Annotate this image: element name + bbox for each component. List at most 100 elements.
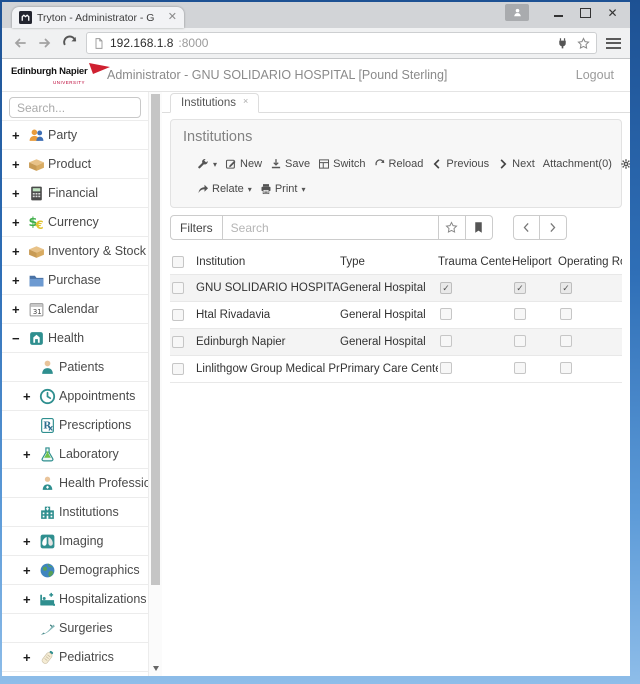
- plugin-icon[interactable]: [556, 37, 569, 50]
- expander-icon[interactable]: +: [23, 563, 39, 578]
- expander-icon[interactable]: +: [12, 244, 28, 259]
- sidebar-item-calendar[interactable]: + 31 Calendar: [2, 295, 148, 324]
- expander-icon[interactable]: −: [12, 331, 28, 346]
- table-row[interactable]: GNU SOLIDARIO HOSPITAL General Hospital …: [170, 274, 622, 301]
- col-institution[interactable]: Institution: [196, 256, 340, 268]
- sidebar-item-purchase[interactable]: + Purchase: [2, 266, 148, 295]
- action-button[interactable]: Action▾: [620, 158, 630, 170]
- tab-institutions[interactable]: Institutions ×: [170, 93, 259, 113]
- scrollbar-down-icon[interactable]: [153, 666, 159, 671]
- expander-icon[interactable]: +: [12, 128, 28, 143]
- bookmarks-button[interactable]: [466, 215, 493, 240]
- sidebar-item-surgeries[interactable]: Surgeries: [2, 614, 148, 643]
- page-previous-button[interactable]: [513, 215, 540, 240]
- operating-room-checkbox[interactable]: [560, 308, 572, 320]
- reload-button[interactable]: Reload: [374, 158, 424, 170]
- table-row[interactable]: Edinburgh Napier General Hospital: [170, 328, 622, 355]
- heliport-checkbox[interactable]: ✓: [514, 282, 526, 294]
- relate-button[interactable]: Relate▾: [197, 183, 252, 195]
- sidebar-item-inventory-stock[interactable]: + Inventory & Stock: [2, 237, 148, 266]
- sidebar-item-demographics[interactable]: + Demographics: [2, 556, 148, 585]
- col-trauma-center[interactable]: Trauma Center: [438, 256, 512, 268]
- sidebar-item-hospitalizations[interactable]: + Hospitalizations: [2, 585, 148, 614]
- logout-link[interactable]: Logout: [576, 68, 614, 82]
- sidebar-item-laboratory[interactable]: + Laboratory: [2, 440, 148, 469]
- col-operating-room[interactable]: Operating Room: [558, 256, 622, 268]
- sidebar-item-appointments[interactable]: + Appointments: [2, 382, 148, 411]
- sidebar-item-health[interactable]: − Health: [2, 324, 148, 353]
- sidebar-item-pediatrics[interactable]: + Pediatrics: [2, 643, 148, 672]
- forward-icon[interactable]: [36, 34, 54, 52]
- sidebar-item-patients[interactable]: Patients: [2, 353, 148, 382]
- trauma-center-checkbox[interactable]: [440, 335, 452, 347]
- expander-icon[interactable]: +: [12, 273, 28, 288]
- toolbar-row-2: Relate▾ Print▾: [197, 183, 609, 195]
- expander-icon[interactable]: +: [12, 302, 28, 317]
- close-button[interactable]: ✕: [599, 2, 626, 22]
- expander-icon[interactable]: +: [23, 592, 39, 607]
- url-bar[interactable]: 192.168.1.8:8000: [86, 32, 597, 54]
- sidebar-item-financial[interactable]: + Financial: [2, 179, 148, 208]
- expander-icon[interactable]: +: [23, 534, 39, 549]
- bookmark-star-icon[interactable]: [577, 37, 590, 50]
- col-heliport[interactable]: Heliport: [512, 256, 558, 268]
- sidebar-scrollbar[interactable]: [149, 92, 162, 676]
- col-type[interactable]: Type: [340, 256, 438, 268]
- previous-button[interactable]: Previous: [431, 158, 489, 170]
- expander-icon[interactable]: +: [23, 650, 39, 665]
- sidebar-item-archives[interactable]: Archives: [2, 672, 148, 676]
- sidebar-item-currency[interactable]: + $€ Currency: [2, 208, 148, 237]
- heliport-checkbox[interactable]: [514, 308, 526, 320]
- filter-search-input[interactable]: [223, 215, 439, 240]
- minimize-button[interactable]: [545, 2, 572, 22]
- switch-button[interactable]: Switch: [318, 158, 365, 170]
- sidebar-search-input[interactable]: [9, 97, 141, 118]
- row-checkbox[interactable]: [172, 363, 184, 375]
- heliport-checkbox[interactable]: [514, 335, 526, 347]
- select-all-checkbox[interactable]: [172, 256, 184, 268]
- expander-icon[interactable]: +: [12, 215, 28, 230]
- maximize-button[interactable]: [572, 2, 599, 22]
- expander-icon[interactable]: +: [23, 389, 39, 404]
- document-icon[interactable]: [93, 37, 105, 50]
- expander-icon[interactable]: +: [12, 157, 28, 172]
- trauma-center-checkbox[interactable]: ✓: [440, 282, 452, 294]
- sidebar-item-prescriptions[interactable]: R Prescriptions: [2, 411, 148, 440]
- trauma-center-checkbox[interactable]: [440, 362, 452, 374]
- table-row[interactable]: Htal Rivadavia General Hospital: [170, 301, 622, 328]
- browser-tab[interactable]: Tryton - Administrator - G ✕: [12, 7, 184, 28]
- new-button[interactable]: New: [225, 158, 262, 170]
- profile-icon[interactable]: [505, 4, 529, 21]
- sidebar-item-product[interactable]: + Product: [2, 150, 148, 179]
- back-icon[interactable]: [11, 34, 29, 52]
- trauma-center-checkbox[interactable]: [440, 308, 452, 320]
- tools-button[interactable]: ▾: [197, 158, 217, 170]
- tab-close-icon[interactable]: ×: [243, 96, 248, 106]
- reload-icon[interactable]: [61, 34, 79, 52]
- next-button[interactable]: Next: [497, 158, 535, 170]
- sidebar-item-party[interactable]: + Party: [2, 121, 148, 150]
- filters-button[interactable]: Filters: [170, 215, 223, 240]
- save-button[interactable]: Save: [270, 158, 310, 170]
- operating-room-checkbox[interactable]: [560, 362, 572, 374]
- row-checkbox[interactable]: [172, 336, 184, 348]
- heliport-checkbox[interactable]: [514, 362, 526, 374]
- sidebar-item-imaging[interactable]: + Imaging: [2, 527, 148, 556]
- page-next-button[interactable]: [540, 215, 567, 240]
- menu-icon[interactable]: [606, 35, 621, 51]
- session-title: Administrator - GNU SOLIDARIO HOSPITAL […: [107, 68, 447, 82]
- sidebar-item-institutions[interactable]: Institutions: [2, 498, 148, 527]
- operating-room-checkbox[interactable]: ✓: [560, 282, 572, 294]
- expander-icon[interactable]: +: [12, 186, 28, 201]
- row-checkbox[interactable]: [172, 309, 184, 321]
- print-button[interactable]: Print▾: [260, 183, 306, 195]
- scrollbar-thumb[interactable]: [151, 94, 160, 585]
- row-checkbox[interactable]: [172, 282, 184, 294]
- favorite-button[interactable]: [439, 215, 466, 240]
- tab-close-icon[interactable]: ✕: [168, 12, 177, 23]
- expander-icon[interactable]: +: [23, 447, 39, 462]
- attachment-button[interactable]: Attachment(0): [543, 158, 612, 170]
- sidebar-item-health-professionals[interactable]: Health Professionals: [2, 469, 148, 498]
- operating-room-checkbox[interactable]: [560, 335, 572, 347]
- table-row[interactable]: Linlithgow Group Medical Practice Primar…: [170, 355, 622, 383]
